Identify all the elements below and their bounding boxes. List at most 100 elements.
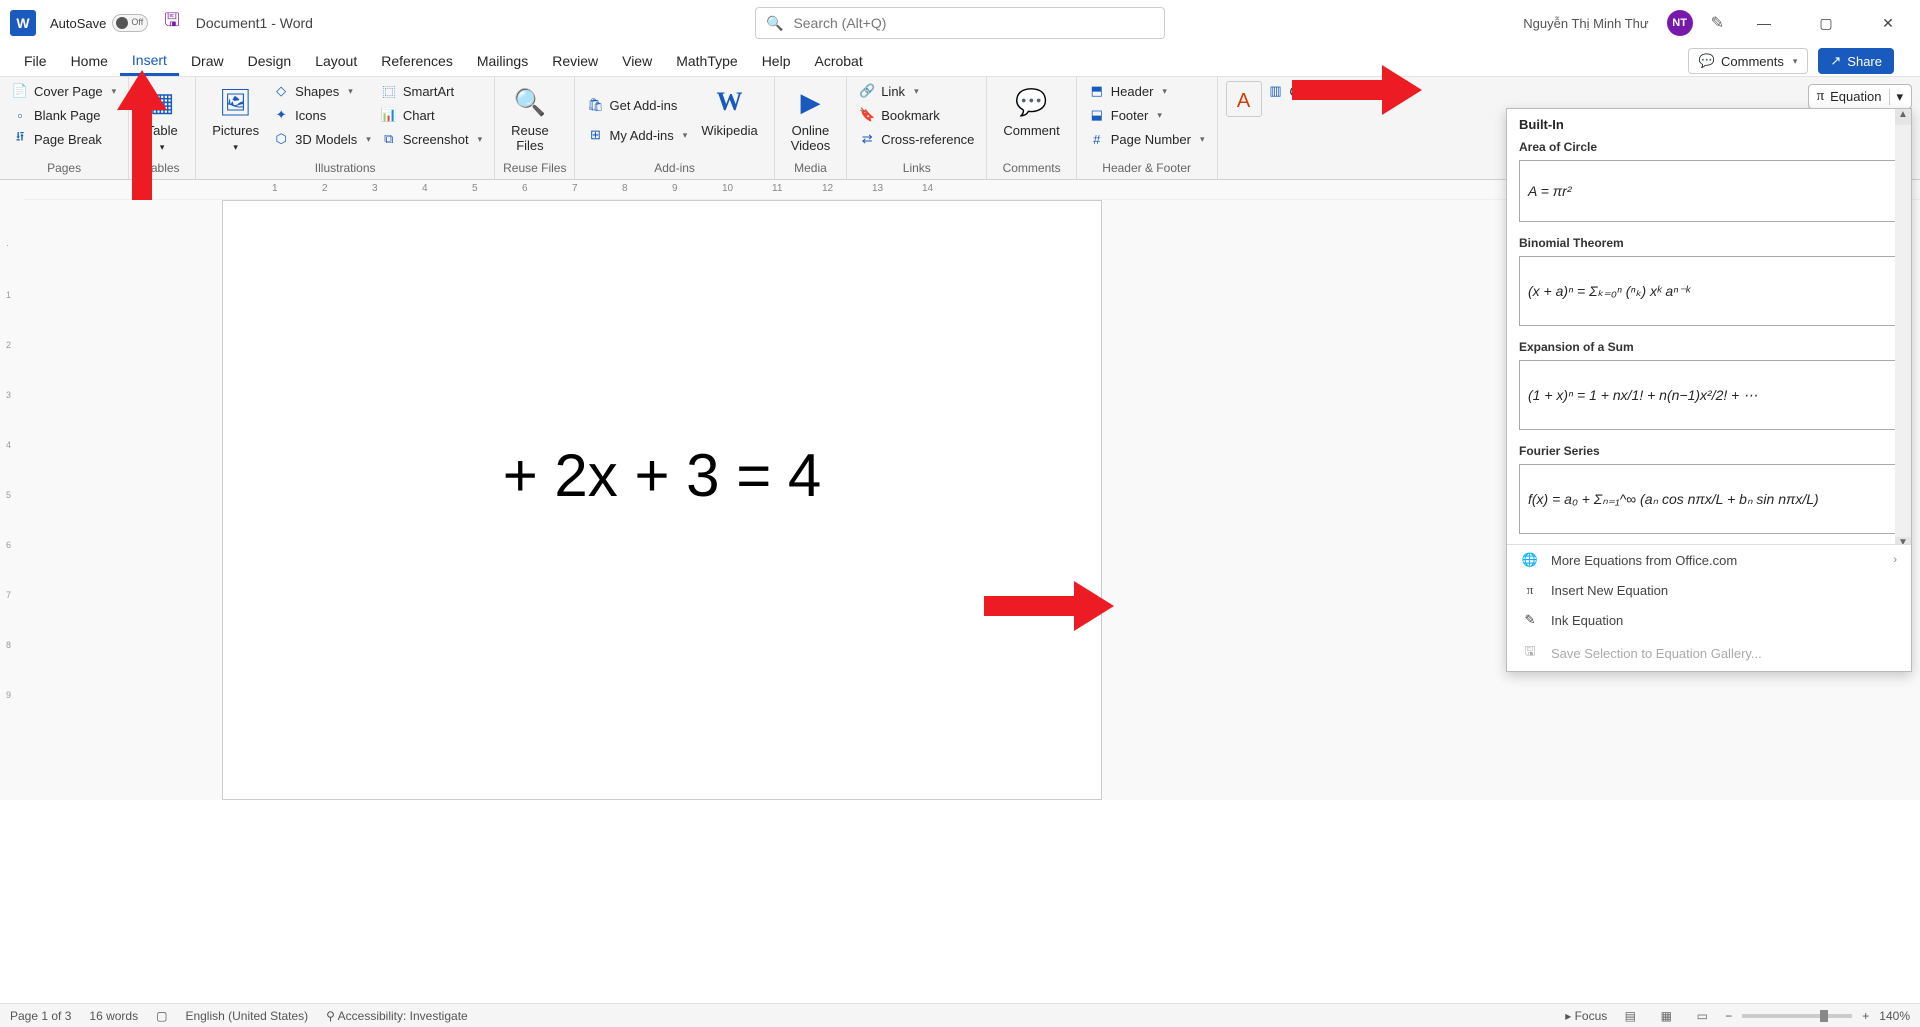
zoom-in-button[interactable]: + xyxy=(1862,1009,1869,1023)
close-button[interactable]: ✕ xyxy=(1866,8,1910,38)
cube-icon: ⬡ xyxy=(273,131,289,147)
text-box-big-button[interactable]: A xyxy=(1226,81,1262,117)
shapes-button[interactable]: ◇Shapes▾ xyxy=(269,81,375,101)
tab-draw[interactable]: Draw xyxy=(179,46,236,76)
equation-item-fourier[interactable]: f(x) = a₀ + Σₙ₌₁^∞ (aₙ cos nπx/L + bₙ si… xyxy=(1519,464,1899,534)
smartart-icon: ⿴ xyxy=(381,83,397,99)
screenshot-icon: ⧉ xyxy=(381,131,397,147)
bookmark-button[interactable]: 🔖Bookmark xyxy=(855,105,978,125)
status-accessibility[interactable]: ⚲ Accessibility: Investigate xyxy=(326,1009,468,1023)
word-app-icon: W xyxy=(10,10,36,36)
tab-file[interactable]: File xyxy=(12,46,59,76)
view-web-layout-button[interactable]: ▭ xyxy=(1689,1006,1715,1026)
save-icon[interactable]: 🖫 xyxy=(164,8,179,38)
tab-home[interactable]: Home xyxy=(59,46,120,76)
shapes-icon: ◇ xyxy=(273,83,289,99)
zoom-out-button[interactable]: − xyxy=(1725,1009,1732,1023)
link-button[interactable]: 🔗Link▾ xyxy=(855,81,978,101)
page-number-button[interactable]: #Page Number▾ xyxy=(1085,129,1209,149)
tab-view[interactable]: View xyxy=(610,46,664,76)
scroll-down-icon[interactable]: ▼ xyxy=(1895,537,1911,544)
group-illustrations-label: Illustrations xyxy=(204,159,486,179)
ink-equation-item[interactable]: ✎ Ink Equation xyxy=(1507,605,1911,635)
zoom-slider[interactable] xyxy=(1742,1014,1852,1018)
wikipedia-icon: W xyxy=(713,85,747,119)
tab-acrobat[interactable]: Acrobat xyxy=(802,46,874,76)
reuse-icon: 🔍 xyxy=(513,85,547,119)
chart-button[interactable]: 📊Chart xyxy=(377,105,486,125)
status-focus[interactable]: ▸ Focus xyxy=(1565,1009,1607,1023)
tab-references[interactable]: References xyxy=(369,46,465,76)
footer-icon: ⬓ xyxy=(1089,107,1105,123)
addin-icon: ⊞ xyxy=(587,127,603,143)
pagenum-icon: # xyxy=(1089,131,1105,147)
document-page[interactable]: + 2x + 3 = 4 xyxy=(222,200,1102,800)
tab-design[interactable]: Design xyxy=(236,46,304,76)
autosave-label: AutoSave xyxy=(50,16,106,31)
zoom-level[interactable]: 140% xyxy=(1879,1009,1910,1023)
online-videos-button[interactable]: ▶ Online Videos xyxy=(783,81,839,159)
my-addins-button[interactable]: ⊞My Add-ins▾ xyxy=(583,125,691,145)
chevron-down-icon[interactable]: ▾ xyxy=(1889,89,1903,105)
autosave-toggle[interactable]: Off xyxy=(112,14,148,32)
view-read-mode-button[interactable]: ▤ xyxy=(1617,1006,1643,1026)
tab-mathtype[interactable]: MathType xyxy=(664,46,749,76)
comments-button[interactable]: 💬 Comments ▾ xyxy=(1688,48,1809,74)
link-icon: 🔗 xyxy=(859,83,875,99)
equation-item-expansion[interactable]: (1 + x)ⁿ = 1 + nx/1! + n(n−1)x²/2! + ⋯ xyxy=(1519,360,1899,430)
status-language[interactable]: English (United States) xyxy=(185,1009,308,1023)
pictures-button[interactable]: 🖼 Pictures▾ xyxy=(204,81,267,159)
group-pages-label: Pages xyxy=(8,159,120,179)
minimize-button[interactable]: — xyxy=(1742,8,1786,38)
search-input[interactable]: 🔍 Search (Alt+Q) xyxy=(755,7,1165,39)
maximize-button[interactable]: ▢ xyxy=(1804,8,1848,38)
chevron-down-icon: ▾ xyxy=(1793,56,1798,67)
tab-layout[interactable]: Layout xyxy=(303,46,369,76)
equation-item-area-circle[interactable]: A = πr² xyxy=(1519,160,1899,222)
status-spellcheck-icon[interactable]: ▢ xyxy=(156,1009,167,1023)
search-icon: 🔍 xyxy=(766,15,783,32)
screenshot-button[interactable]: ⧉Screenshot▾ xyxy=(377,129,486,149)
icons-button[interactable]: ✦Icons xyxy=(269,105,375,125)
smartart-button[interactable]: ⿴SmartArt xyxy=(377,81,486,101)
view-print-layout-button[interactable]: ▦ xyxy=(1653,1006,1679,1026)
page-icon: 📄 xyxy=(12,83,28,99)
equation-item-binomial[interactable]: (x + a)ⁿ = Σₖ₌₀ⁿ (ⁿₖ) xᵏ aⁿ⁻ᵏ xyxy=(1519,256,1899,326)
equation-dropdown-button[interactable]: π Equation ▾ xyxy=(1808,84,1912,109)
new-comment-button[interactable]: 💬 Comment xyxy=(995,81,1067,159)
equation-panel-scrollbar[interactable]: ▲ ▼ xyxy=(1895,109,1911,544)
user-avatar[interactable]: NT xyxy=(1667,10,1693,36)
blank-page-button[interactable]: ▫Blank Page xyxy=(8,105,120,125)
wikipedia-button[interactable]: W Wikipedia xyxy=(693,81,765,159)
page-break-button[interactable]: ⭿Page Break xyxy=(8,129,120,149)
bookmark-icon: 🔖 xyxy=(859,107,875,123)
comment-bubble-icon: 💬 xyxy=(1015,85,1049,119)
tab-help[interactable]: Help xyxy=(750,46,803,76)
group-comments-label: Comments xyxy=(995,159,1067,179)
cross-reference-button[interactable]: ⇄Cross-reference xyxy=(855,129,978,149)
break-icon: ⭿ xyxy=(12,131,28,147)
pictures-icon: 🖼 xyxy=(219,85,253,119)
share-button[interactable]: ↗ Share xyxy=(1818,48,1894,74)
tab-mailings[interactable]: Mailings xyxy=(465,46,540,76)
pen-icon[interactable]: ✎ xyxy=(1711,13,1724,33)
3d-models-button[interactable]: ⬡3D Models▾ xyxy=(269,129,375,149)
icons-icon: ✦ xyxy=(273,107,289,123)
globe-icon: 🌐 xyxy=(1521,552,1539,568)
status-words[interactable]: 16 words xyxy=(89,1009,138,1023)
accessibility-icon: ⚲ xyxy=(326,1009,335,1023)
get-addins-button[interactable]: 🛍Get Add-ins xyxy=(583,95,691,115)
reuse-files-button[interactable]: 🔍 Reuse Files xyxy=(503,81,557,159)
annotation-arrow-insert-new-equation xyxy=(984,576,1114,639)
insert-new-equation-item[interactable]: π Insert New Equation xyxy=(1507,575,1911,605)
tab-review[interactable]: Review xyxy=(540,46,610,76)
scroll-up-icon[interactable]: ▲ xyxy=(1895,109,1911,125)
group-reuse-label: Reuse Files xyxy=(503,159,566,179)
equation-item-title: Fourier Series xyxy=(1519,444,1899,458)
header-button[interactable]: ⬒Header▾ xyxy=(1085,81,1209,101)
footer-button[interactable]: ⬓Footer▾ xyxy=(1085,105,1209,125)
more-equations-office-item[interactable]: 🌐 More Equations from Office.com › xyxy=(1507,545,1911,575)
status-page[interactable]: Page 1 of 3 xyxy=(10,1009,71,1023)
document-body-text: + 2x + 3 = 4 xyxy=(223,441,1101,510)
cover-page-button[interactable]: 📄Cover Page▾ xyxy=(8,81,120,101)
